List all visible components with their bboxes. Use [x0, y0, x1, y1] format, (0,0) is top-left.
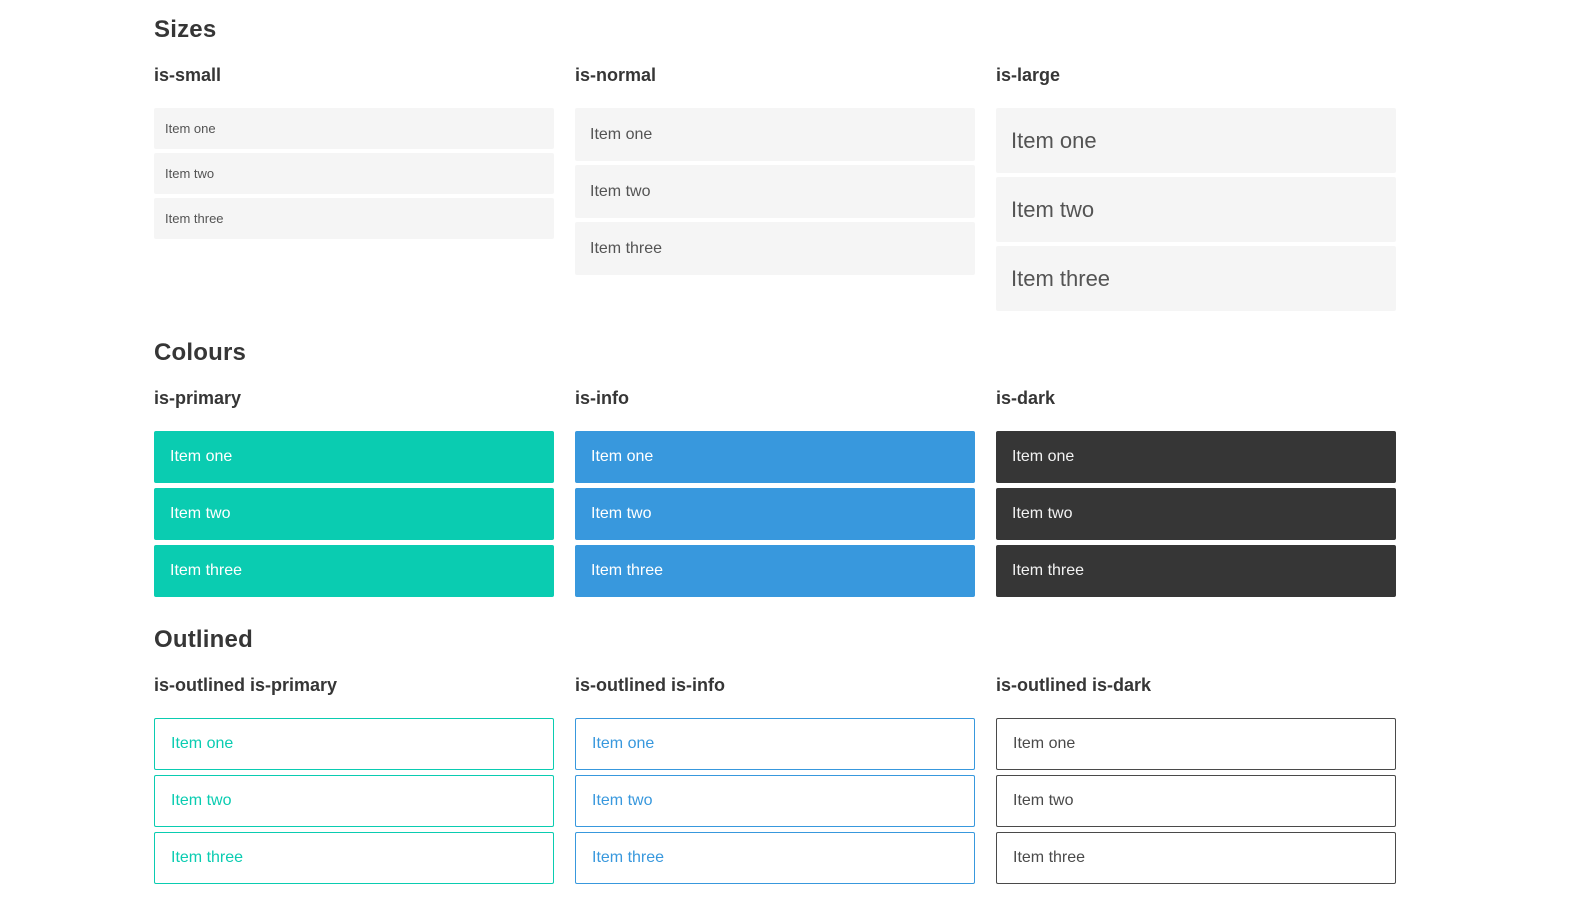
group-is-dark: is-dark Item one Item two Item three: [996, 388, 1396, 602]
list-item[interactable]: Item three: [996, 832, 1396, 884]
list-item[interactable]: Item one: [575, 431, 975, 483]
section-colours: Colours is-primary Item one Item two Ite…: [154, 339, 1396, 602]
list-item[interactable]: Item three: [154, 545, 554, 597]
group-label: is-outlined is-primary: [154, 675, 338, 695]
group-is-outlined-is-primary: is-outlined is-primary Item one Item two…: [154, 675, 554, 889]
list-item[interactable]: Item three: [575, 832, 975, 884]
group-label: is-normal: [575, 65, 657, 85]
list-item[interactable]: Item three: [575, 222, 975, 275]
group-is-outlined-is-dark: is-outlined is-dark Item one Item two It…: [996, 675, 1396, 889]
list-item[interactable]: Item one: [996, 718, 1396, 770]
group-label: is-large: [996, 65, 1061, 85]
list-item[interactable]: Item two: [575, 488, 975, 540]
list-item[interactable]: Item two: [575, 775, 975, 827]
group-label: is-outlined is-info: [575, 675, 725, 695]
list-item[interactable]: Item two: [996, 177, 1396, 242]
group-label: is-small: [154, 65, 222, 85]
section-sizes: Sizes is-small Item one Item two Item th…: [154, 16, 1396, 315]
group-is-primary: is-primary Item one Item two Item three: [154, 388, 554, 602]
list-item[interactable]: Item one: [154, 108, 554, 149]
group-label: is-info: [575, 388, 629, 408]
list-is-normal: Item one Item two Item three: [575, 108, 975, 275]
list-is-primary: Item one Item two Item three: [154, 431, 554, 597]
group-is-info: is-info Item one Item two Item three: [575, 388, 975, 602]
docs-page: Sizes is-small Item one Item two Item th…: [0, 0, 1595, 897]
group-label: is-outlined is-dark: [996, 675, 1152, 695]
list-is-large: Item one Item two Item three: [996, 108, 1396, 311]
list-item[interactable]: Item one: [575, 718, 975, 770]
list-is-small: Item one Item two Item three: [154, 108, 554, 239]
group-label: is-dark: [996, 388, 1056, 408]
list-is-info: Item one Item two Item three: [575, 431, 975, 597]
list-item[interactable]: Item one: [154, 718, 554, 770]
list-is-outlined-is-info: Item one Item two Item three: [575, 718, 975, 884]
group-is-normal: is-normal Item one Item two Item three: [575, 65, 975, 315]
section-outlined: Outlined is-outlined is-primary Item one…: [154, 626, 1396, 889]
list-is-outlined-is-dark: Item one Item two Item three: [996, 718, 1396, 884]
sizes-columns: is-small Item one Item two Item three is…: [154, 65, 1396, 315]
list-item[interactable]: Item two: [575, 165, 975, 218]
section-title: Colours: [154, 339, 247, 366]
list-item[interactable]: Item two: [154, 153, 554, 194]
list-item[interactable]: Item two: [996, 488, 1396, 540]
list-item[interactable]: Item one: [575, 108, 975, 161]
list-item[interactable]: Item three: [575, 545, 975, 597]
group-is-large: is-large Item one Item two Item three: [996, 65, 1396, 315]
list-item[interactable]: Item three: [154, 198, 554, 239]
list-item[interactable]: Item three: [996, 246, 1396, 311]
list-is-outlined-is-primary: Item one Item two Item three: [154, 718, 554, 884]
list-item[interactable]: Item one: [996, 108, 1396, 173]
list-item[interactable]: Item three: [996, 545, 1396, 597]
list-item[interactable]: Item two: [996, 775, 1396, 827]
outlined-columns: is-outlined is-primary Item one Item two…: [154, 675, 1396, 889]
section-title: Sizes: [154, 16, 217, 43]
group-is-outlined-is-info: is-outlined is-info Item one Item two It…: [575, 675, 975, 889]
section-title: Outlined: [154, 626, 253, 653]
group-is-small: is-small Item one Item two Item three: [154, 65, 554, 315]
list-item[interactable]: Item one: [996, 431, 1396, 483]
list-item[interactable]: Item one: [154, 431, 554, 483]
list-item[interactable]: Item two: [154, 775, 554, 827]
list-item[interactable]: Item three: [154, 832, 554, 884]
list-is-dark: Item one Item two Item three: [996, 431, 1396, 597]
group-label: is-primary: [154, 388, 242, 408]
list-item[interactable]: Item two: [154, 488, 554, 540]
colours-columns: is-primary Item one Item two Item three …: [154, 388, 1396, 602]
